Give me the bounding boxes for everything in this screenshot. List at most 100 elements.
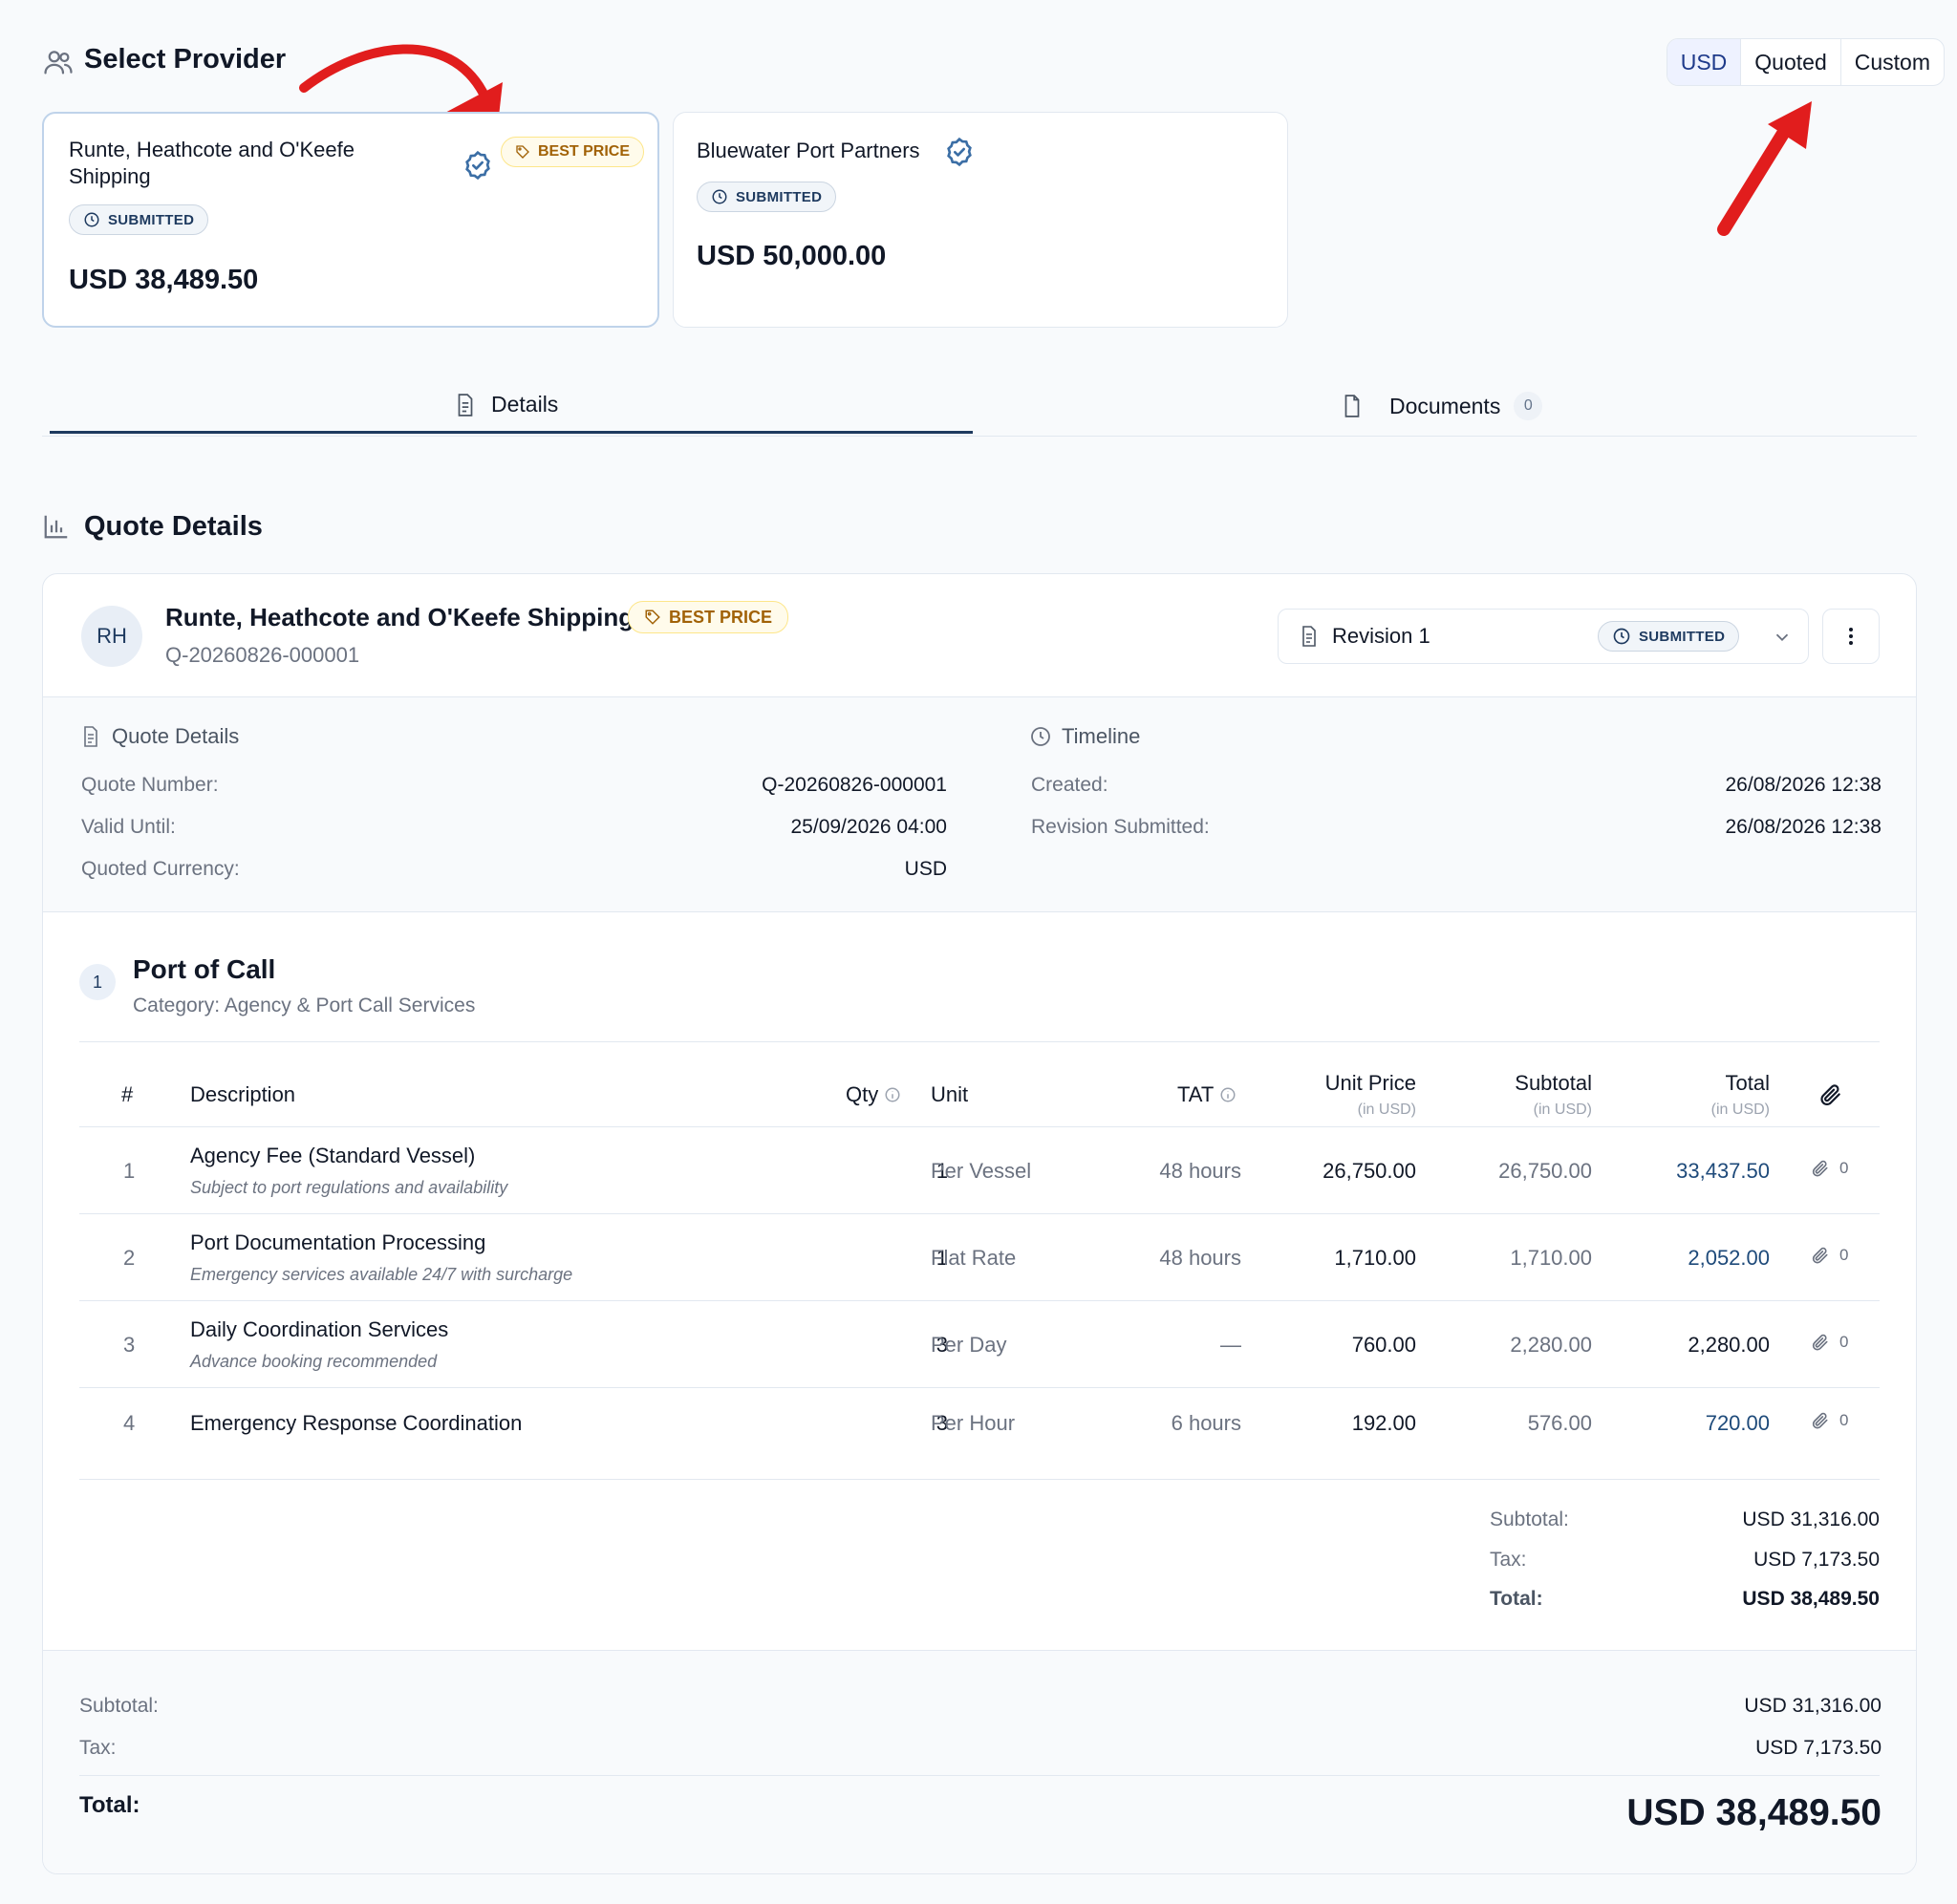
provider-name: Runte, Heathcote and O'Keefe Shipping <box>69 138 355 188</box>
row-note: Emergency services available 24/7 with s… <box>190 1265 573 1284</box>
section-category: Category: Agency & Port Call Services <box>133 995 476 1016</box>
row-note: Advance booking recommended <box>190 1352 438 1371</box>
divider <box>79 1387 1880 1388</box>
tab-documents[interactable]: Documents 0 <box>1340 392 1543 420</box>
quote-number-label: Quote Number: <box>81 774 219 796</box>
section-number: 1 <box>79 964 116 1000</box>
tab-details[interactable]: Details <box>453 392 558 417</box>
row-attachments-button[interactable]: 0 <box>1811 1159 1848 1178</box>
paperclip-icon <box>1811 1246 1830 1265</box>
col-header-total-currency: (in USD) <box>1710 1102 1770 1118</box>
provider-card-runte[interactable]: Runte, Heathcote and O'Keefe Shipping BE… <box>42 112 659 328</box>
info-icon[interactable] <box>884 1086 901 1103</box>
grand-total-value: USD 38,489.50 <box>1626 1792 1882 1833</box>
revision-status-badge: SUBMITTED <box>1598 621 1740 652</box>
row-description: Port Documentation Processing <box>190 1230 486 1254</box>
revision-submitted-label: Revision Submitted: <box>1031 816 1210 838</box>
col-header-unit-price: Unit Price <box>1324 1071 1416 1095</box>
row-attachments-button[interactable]: 0 <box>1811 1411 1848 1430</box>
provider-card-bluewater[interactable]: Bluewater Port Partners SUBMITTED USD 50… <box>673 112 1288 328</box>
row-unit: Flat Rate <box>931 1246 1017 1270</box>
col-header-total: Total <box>1725 1071 1770 1095</box>
row-note: Subject to port regulations and availabi… <box>190 1178 508 1197</box>
clock-icon <box>711 188 728 205</box>
info-timeline-heading: Timeline <box>1029 724 1140 749</box>
divider <box>79 1479 1880 1480</box>
quoted-currency-label: Quoted Currency: <box>81 858 240 880</box>
col-header-unit: Unit <box>931 1082 969 1106</box>
provider-price: USD 38,489.50 <box>69 265 259 295</box>
row-total[interactable]: 720.00 <box>1706 1411 1770 1436</box>
revision-submitted-value: 26/08/2026 12:38 <box>1725 816 1882 838</box>
verified-check-icon <box>462 150 493 181</box>
currency-option-quoted[interactable]: Quoted <box>1740 39 1839 85</box>
section-subtotal-value: USD 31,316.00 <box>1742 1508 1880 1530</box>
annotation-arrow-straight <box>1717 101 1812 236</box>
page-title: Select Provider <box>84 44 287 75</box>
paperclip-icon <box>1818 1082 1843 1107</box>
section-title: Port of Call <box>133 954 276 984</box>
row-unit-price: 26,750.00 <box>1323 1159 1416 1183</box>
currency-option-usd[interactable]: USD <box>1667 39 1741 85</box>
row-unit-price: 192.00 <box>1351 1411 1416 1435</box>
row-num: 1 <box>123 1159 136 1183</box>
row-description: Daily Coordination Services <box>190 1317 449 1341</box>
row-attachments-button[interactable]: 0 <box>1811 1333 1848 1352</box>
grand-subtotal-label: Subtotal: <box>79 1695 159 1717</box>
divider <box>79 1041 1880 1042</box>
divider <box>79 1775 1880 1776</box>
grand-subtotal-value: USD 31,316.00 <box>1744 1695 1882 1717</box>
section-subtotal-label: Subtotal: <box>1490 1508 1569 1530</box>
row-num: 2 <box>123 1246 136 1270</box>
status-badge: SUBMITTED <box>697 182 837 212</box>
row-subtotal: 576.00 <box>1527 1411 1592 1435</box>
row-description: Emergency Response Coordination <box>190 1411 523 1435</box>
paperclip-icon <box>1811 1333 1830 1352</box>
grand-summary-panel: Subtotal: USD 31,316.00 Tax: USD 7,173.5… <box>43 1650 1916 1873</box>
tab-active-indicator <box>50 431 973 434</box>
row-subtotal: 26,750.00 <box>1498 1159 1592 1183</box>
row-total[interactable]: 33,437.50 <box>1676 1159 1770 1184</box>
divider <box>79 1300 1880 1301</box>
clock-icon <box>1029 725 1052 748</box>
info-icon[interactable] <box>1219 1086 1237 1103</box>
provider-name: Bluewater Port Partners <box>697 139 920 162</box>
best-price-badge: BEST PRICE <box>628 601 789 633</box>
best-price-badge: BEST PRICE <box>501 137 645 167</box>
row-unit-price: 760.00 <box>1351 1333 1416 1357</box>
quote-id: Q-20260826-000001 <box>165 643 360 667</box>
documents-count-badge: 0 <box>1514 392 1543 420</box>
clock-icon <box>83 211 100 228</box>
quote-provider-name: Runte, Heathcote and O'Keefe Shipping <box>165 603 634 631</box>
col-header-tat: TAT <box>1177 1082 1237 1107</box>
revision-select[interactable]: Revision 1 SUBMITTED <box>1278 609 1809 664</box>
document-icon <box>79 725 102 748</box>
document-icon <box>453 393 478 417</box>
section-total-value: USD 38,489.50 <box>1742 1588 1880 1610</box>
more-options-button[interactable] <box>1822 609 1880 664</box>
currency-toggle: USD Quoted Custom <box>1666 38 1945 86</box>
bar-chart-icon <box>42 512 71 541</box>
row-unit: Per Vessel <box>931 1159 1032 1183</box>
grand-tax-value: USD 7,173.50 <box>1755 1737 1882 1759</box>
section-tax-value: USD 7,173.50 <box>1753 1549 1880 1571</box>
valid-until-label: Valid Until: <box>81 816 176 838</box>
tag-icon <box>515 144 530 160</box>
section-tax-label: Tax: <box>1490 1549 1527 1571</box>
chevron-down-icon <box>1772 627 1793 648</box>
row-unit-price: 1,710.00 <box>1334 1246 1416 1270</box>
col-header-description: Description <box>190 1082 296 1106</box>
quote-number-value: Q-20260826-000001 <box>762 774 947 796</box>
currency-option-custom[interactable]: Custom <box>1839 39 1944 85</box>
document-icon <box>1298 625 1321 648</box>
section-heading: Quote Details <box>84 511 263 542</box>
col-header-subtotal-currency: (in USD) <box>1533 1102 1592 1118</box>
status-badge: SUBMITTED <box>69 204 209 235</box>
row-total[interactable]: 2,052.00 <box>1688 1246 1770 1271</box>
revision-label: Revision 1 <box>1332 624 1430 648</box>
col-header-subtotal: Subtotal <box>1515 1071 1592 1095</box>
row-attachments-button[interactable]: 0 <box>1811 1246 1848 1265</box>
grand-tax-label: Tax: <box>79 1737 117 1759</box>
col-header-unit-price-currency: (in USD) <box>1357 1102 1416 1118</box>
section-total-label: Total: <box>1490 1588 1543 1610</box>
